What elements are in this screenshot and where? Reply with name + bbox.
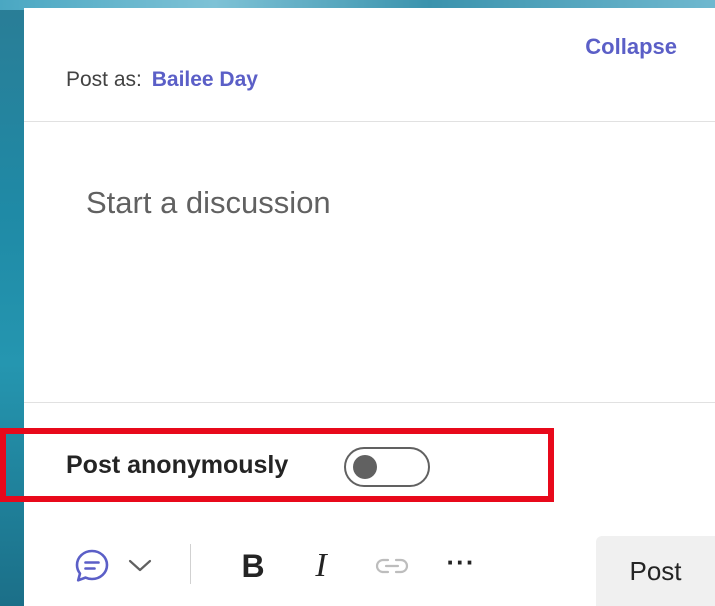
post-anonymously-toggle[interactable] (344, 447, 430, 487)
compose-panel: Collapse Post as: Bailee Day Post anonym… (0, 8, 715, 606)
collapse-button[interactable]: Collapse (585, 34, 677, 60)
chevron-down-icon (128, 559, 152, 572)
discussion-input[interactable] (86, 185, 686, 221)
italic-button[interactable]: I (300, 542, 342, 590)
link-icon (375, 558, 409, 574)
post-as-label: Post as: (66, 68, 142, 91)
post-anonymously-row: Post anonymously (0, 428, 554, 502)
bold-button[interactable]: B (232, 542, 274, 590)
post-type-button[interactable] (68, 542, 116, 590)
compose-header: Collapse Post as: Bailee Day (24, 8, 715, 122)
post-as-name[interactable]: Bailee Day (152, 68, 258, 91)
chat-bubble-icon (75, 549, 109, 582)
post-as: Post as: Bailee Day (66, 68, 258, 92)
toggle-knob (353, 455, 377, 479)
post-anonymously-label: Post anonymously (66, 451, 289, 479)
editor-area[interactable] (24, 123, 715, 403)
toolbar-divider (190, 544, 191, 584)
post-button[interactable]: Post (596, 536, 715, 606)
compose-toolbar: B I ··· Post (24, 528, 715, 606)
post-type-dropdown[interactable] (122, 550, 158, 582)
link-button[interactable] (370, 546, 414, 586)
more-options-button[interactable]: ··· (438, 542, 484, 582)
